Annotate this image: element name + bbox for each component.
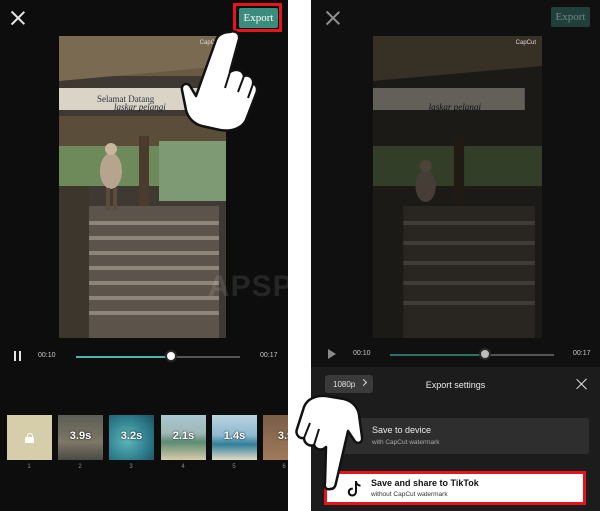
capcut-watermark: CapCut [199,40,220,46]
option-title: Save to device [372,425,432,435]
clip-3[interactable]: 3.2s [109,415,154,460]
close-icon[interactable] [325,10,341,26]
option-subtitle: without CapCut watermark [371,491,448,498]
clip-number: 5 [232,464,236,470]
clip-number: 6 [282,464,286,470]
save-to-device-option[interactable]: Save to device with CapCut watermark [332,418,589,454]
total-time: 00:17 [573,350,591,357]
video-preview[interactable]: Selamat Datang laskar pelangi CapCut [59,36,226,338]
progress-track[interactable] [76,356,240,358]
clip-duration: 3.9s [69,430,92,442]
editor-screen: Export Selamat Datang laskar pelangi Cap… [0,0,288,511]
progress-track[interactable] [390,354,554,356]
tiktok-icon [347,481,361,497]
lock-icon [25,433,34,443]
clip-number: 2 [78,464,82,470]
svg-text:laskar pelangi: laskar pelangi [114,102,166,112]
playback-bar: 00:10 00:17 [311,347,600,361]
video-frame: Selamat Datang laskar pelangi [59,36,226,338]
export-settings-sheet: 1080p Export settings Save to device wit… [311,367,600,511]
scrubber-handle[interactable] [479,348,492,360]
current-time: 00:10 [353,350,371,357]
close-icon[interactable] [10,10,26,26]
progress-fill [390,354,486,356]
clip-6[interactable]: 3.9 [263,415,288,460]
scrubber-handle[interactable] [165,350,178,362]
clip-number: 4 [181,464,185,470]
share-to-tiktok-option[interactable]: Save and share to TikTok without CapCut … [324,471,586,505]
clip-4[interactable]: 2.1s [161,415,206,460]
progress-fill [76,356,172,358]
clip-duration: 2.1s [172,430,195,442]
clip-number: 1 [27,464,31,470]
sheet-title: Export settings [425,380,486,390]
video-preview[interactable]: laskar pelangi CapCut [373,36,542,338]
play-icon[interactable] [328,349,336,359]
current-time: 00:10 [38,352,56,359]
playback-bar: 00:10 00:17 [0,349,288,363]
video-dim-overlay [373,36,542,338]
clip-duration: 3.2s [120,430,143,442]
close-sheet-icon[interactable] [576,378,588,390]
clip-duration: 1.4s [223,430,246,442]
clip-2[interactable]: 3.9s [58,415,103,460]
export-button[interactable]: Export [239,8,278,28]
clip-number: 3 [129,464,133,470]
clip-1[interactable] [7,415,52,460]
export-button[interactable]: Export [551,7,590,27]
option-title: Save and share to TikTok [371,478,479,488]
export-settings-screen: Export laskar pelangi CapCut 00:10 [311,0,600,511]
option-subtitle: with CapCut watermark [372,439,440,446]
pause-icon[interactable] [13,351,22,361]
clip-duration: 3.9 [277,430,288,442]
clip-5[interactable]: 1.4s [212,415,257,460]
total-time: 00:17 [260,352,278,359]
capcut-watermark: CapCut [515,40,536,46]
